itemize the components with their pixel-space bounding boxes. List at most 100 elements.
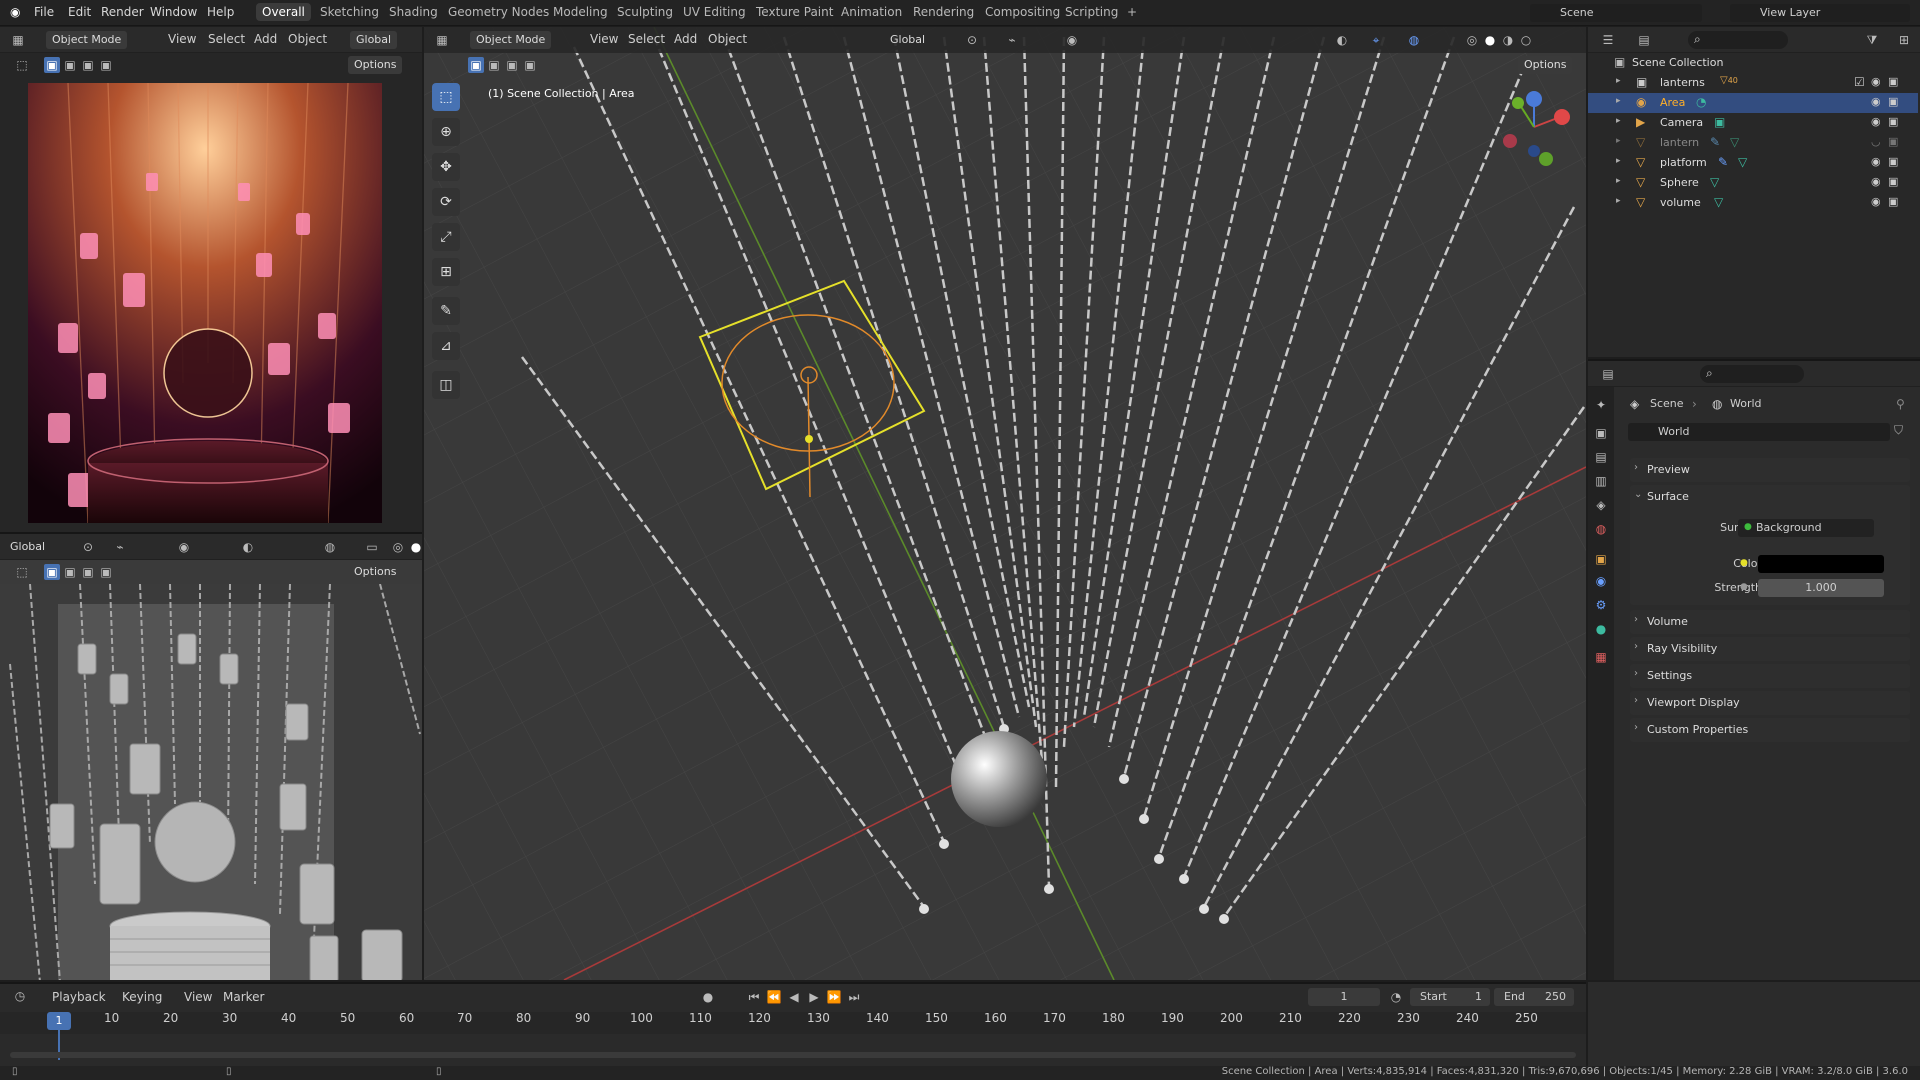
expand-icon[interactable]: ▸ <box>1616 136 1621 146</box>
play-icon[interactable]: ▶ <box>806 989 822 1005</box>
camera-icon[interactable]: ▣ <box>1888 175 1898 188</box>
proportional-edit-icon[interactable]: ◉ <box>176 539 192 555</box>
main-menu-view[interactable]: View <box>590 32 618 46</box>
tool-measure[interactable]: ⊿ <box>432 332 460 360</box>
tab-rendering[interactable]: Rendering <box>913 5 974 19</box>
tab-sculpting[interactable]: Sculpting <box>617 5 673 19</box>
tool-transform[interactable]: ⊞ <box>432 258 460 286</box>
main-mode-dropdown[interactable]: Object Mode <box>470 31 552 49</box>
tool-add-cube[interactable]: ◫ <box>432 371 460 399</box>
add-workspace-icon[interactable]: + <box>1127 5 1137 19</box>
playhead[interactable]: 1 <box>47 1012 71 1030</box>
tool-tab-icon[interactable]: ✦ <box>1593 397 1609 413</box>
tab-modeling[interactable]: Modeling <box>553 5 608 19</box>
select-mode-invert-icon-2[interactable]: ▣ <box>98 564 114 580</box>
expand-icon[interactable]: ▸ <box>1616 176 1621 186</box>
properties-search-input[interactable]: ⌕ <box>1700 365 1804 383</box>
tool-rotate[interactable]: ⟳ <box>432 188 460 216</box>
left-menu-object[interactable]: Object <box>288 32 327 46</box>
main-editor-type-icon[interactable]: ▦ <box>434 32 450 48</box>
menu-edit[interactable]: Edit <box>68 5 91 19</box>
object-tab-icon[interactable]: ▣ <box>1593 551 1609 567</box>
left-menu-select[interactable]: Select <box>208 32 245 46</box>
camera-icon[interactable]: ▣ <box>1888 95 1898 108</box>
fake-user-icon[interactable]: ⛉ <box>1894 423 1903 438</box>
xray-icon[interactable]: ▭ <box>364 539 380 555</box>
checkbox-icon[interactable]: ☑ <box>1854 75 1865 89</box>
expand-icon[interactable]: ▸ <box>1616 96 1621 106</box>
tool-move[interactable]: ✥ <box>432 153 460 181</box>
main-material-icon[interactable]: ◑ <box>1500 32 1516 48</box>
properties-editor-icon[interactable]: ▤ <box>1600 366 1616 382</box>
select-box-icon[interactable]: ⬚ <box>14 57 30 73</box>
prev-keyframe-icon[interactable]: ⏪ <box>766 989 782 1005</box>
expand-icon[interactable]: ▸ <box>1616 196 1621 206</box>
outliner-display-mode-icon[interactable]: ▤ <box>1636 32 1652 48</box>
texture-tab-icon[interactable]: ▦ <box>1593 649 1609 665</box>
outliner-item-lanterns[interactable]: ▸ ▣ lanterns ▽40 ☑ ◉ ▣ <box>1588 73 1918 93</box>
scene-tab-icon[interactable]: ◈ <box>1593 497 1609 513</box>
tool-annotate[interactable]: ✎ <box>432 297 460 325</box>
tab-uv-editing[interactable]: UV Editing <box>683 5 746 19</box>
eye-icon[interactable]: ◉ <box>1871 155 1881 168</box>
timeline-marker-menu[interactable]: Marker <box>223 990 264 1004</box>
menu-help[interactable]: Help <box>207 5 234 19</box>
outliner-item-lantern[interactable]: ▸ ▽ lantern ✎ ▽ ◡ ▣ <box>1588 133 1918 153</box>
menu-render[interactable]: Render <box>101 5 144 19</box>
play-reverse-icon[interactable]: ◀ <box>786 989 802 1005</box>
left-transform-dropdown[interactable]: Global <box>350 31 398 49</box>
expand-icon[interactable]: ▸ <box>1616 76 1621 86</box>
camera-icon[interactable]: ▣ <box>1888 135 1898 148</box>
outliner-item-platform[interactable]: ▸ ▽ platform ✎ ▽ ◉ ▣ <box>1588 153 1918 173</box>
select-mode-extend-icon-2[interactable]: ▣ <box>62 564 78 580</box>
main-visibility-icon[interactable]: ◐ <box>1334 32 1350 48</box>
eye-icon[interactable]: ◉ <box>1871 95 1881 108</box>
color-swatch[interactable] <box>1758 555 1884 573</box>
scene-selector[interactable]: Scene <box>1530 4 1702 22</box>
section-preview[interactable]: › Preview <box>1630 458 1910 482</box>
camera-icon[interactable]: ▣ <box>1888 115 1898 128</box>
camera-icon[interactable]: ▣ <box>1888 155 1898 168</box>
tool-scale[interactable]: ⤢ <box>432 223 460 251</box>
main-transform-dropdown[interactable]: Global <box>884 31 931 49</box>
overlay-icon[interactable]: ◍ <box>322 539 338 555</box>
outliner-search-input[interactable]: ⌕ <box>1688 31 1788 49</box>
tab-sketching[interactable]: Sketching <box>320 5 379 19</box>
tab-geometry-nodes[interactable]: Geometry Nodes <box>448 5 549 19</box>
world-tab-icon[interactable]: ◍ <box>1593 521 1609 537</box>
select-box-icon-2[interactable]: ⬚ <box>14 564 30 580</box>
outliner-scene-collection[interactable]: ▣ Scene Collection <box>1588 53 1918 73</box>
outliner-item-volume[interactable]: ▸ ▽ volume ▽ ◉ ▣ <box>1588 193 1918 213</box>
world-datablock-field[interactable]: World <box>1628 423 1890 441</box>
section-custom-properties[interactable]: › Custom Properties <box>1630 718 1910 742</box>
main-pivot-icon[interactable]: ⊙ <box>964 32 980 48</box>
select-mode-invert-icon[interactable]: ▣ <box>98 57 114 73</box>
section-viewport-display[interactable]: › Viewport Display <box>1630 691 1910 715</box>
expand-icon[interactable]: ▸ <box>1616 156 1621 166</box>
tab-shading[interactable]: Shading <box>389 5 438 19</box>
start-frame-field[interactable]: Start 1 <box>1410 988 1490 1006</box>
navigation-gizmo[interactable] <box>1494 87 1574 167</box>
breadcrumb-world[interactable]: World <box>1730 397 1762 410</box>
tool-cursor[interactable]: ⊕ <box>432 118 460 146</box>
tab-compositing[interactable]: Compositing <box>985 5 1060 19</box>
end-frame-field[interactable]: End 250 <box>1494 988 1574 1006</box>
select-mode-new-icon-2[interactable]: ▣ <box>44 564 60 580</box>
main-select-invert-icon[interactable]: ▣ <box>522 57 538 73</box>
data-tab-icon[interactable]: ● <box>1593 621 1609 637</box>
menu-window[interactable]: Window <box>150 5 197 19</box>
main-menu-add[interactable]: Add <box>674 32 697 46</box>
main-rendered-icon[interactable]: ○ <box>1518 32 1534 48</box>
bottom-left-options-dropdown[interactable]: Options <box>348 563 403 581</box>
main-wireframe-icon[interactable]: ◎ <box>1464 32 1480 48</box>
tab-overall[interactable]: Overall <box>256 3 311 21</box>
physics-tab-icon[interactable]: ◉ <box>1593 573 1609 589</box>
timeline-keying-menu[interactable]: Keying <box>122 990 162 1004</box>
jump-start-icon[interactable]: ⏮ <box>746 989 762 1005</box>
outliner-item-sphere[interactable]: ▸ ▽ Sphere ▽ ◉ ▣ <box>1588 173 1918 193</box>
next-keyframe-icon[interactable]: ⏩ <box>826 989 842 1005</box>
main-menu-object[interactable]: Object <box>708 32 747 46</box>
select-mode-extend-icon[interactable]: ▣ <box>62 57 78 73</box>
main-options-dropdown[interactable]: Options <box>1518 56 1573 74</box>
jump-end-icon[interactable]: ⏭ <box>846 989 862 1005</box>
